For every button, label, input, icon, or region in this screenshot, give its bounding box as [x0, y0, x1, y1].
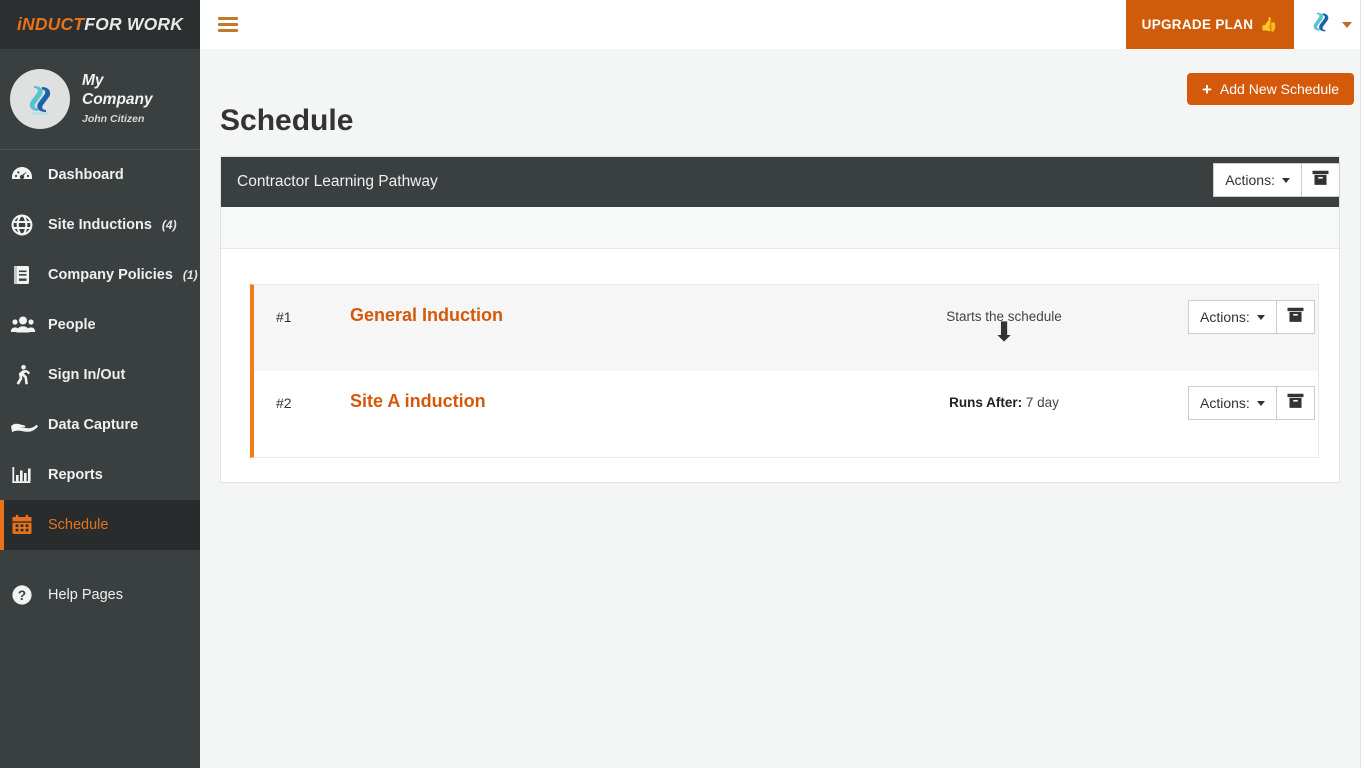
schedule-step-timing: Runs After: 7 day — [840, 371, 1168, 410]
thumbs-up-icon: 👍 — [1260, 16, 1278, 32]
company-name: My Company — [82, 72, 153, 109]
schedule-step-actions-group: Actions: — [1188, 386, 1315, 420]
archive-box-icon — [1287, 393, 1304, 414]
sidebar-item-help-pages[interactable]: ? Help Pages — [0, 570, 200, 620]
schedule-step-archive-button[interactable] — [1276, 300, 1315, 334]
table-row: #2 Site A induction Runs After: 7 day Ac… — [254, 371, 1318, 457]
schedule-step-actions: Actions: — [1168, 285, 1318, 334]
chevron-down-icon — [1342, 21, 1352, 28]
sidebar-item-count: (1) — [182, 268, 198, 282]
sidebar-item-site-inductions[interactable]: Site Inductions (4) — [0, 200, 200, 250]
hamburger-icon[interactable] — [218, 14, 238, 35]
svg-text:?: ? — [18, 588, 26, 603]
upgrade-plan-button[interactable]: UPGRADE PLAN 👍 — [1125, 0, 1294, 49]
panel-title: Contractor Learning Pathway — [237, 173, 438, 190]
schedule-step-name[interactable]: Site A induction — [350, 371, 840, 412]
sidebar-item-people[interactable]: People — [0, 300, 200, 350]
panel-sub-toolbar — [221, 207, 1339, 249]
archive-box-icon — [1287, 307, 1304, 328]
sidebar-item-sign-in-out[interactable]: Sign In/Out — [0, 350, 200, 400]
sidebar-item-label: People — [48, 317, 96, 333]
schedule-step-number: #1 — [276, 309, 292, 325]
top-bar-right: UPGRADE PLAN 👍 — [1125, 0, 1366, 49]
schedule-step-number: #2 — [276, 395, 292, 411]
panel-header: Contractor Learning Pathway Actions: — [221, 157, 1340, 207]
sidebar-item-label: Site Inductions — [48, 217, 152, 233]
company-profile[interactable]: My Company John Citizen — [0, 49, 200, 150]
main-content: + Add New Schedule Schedule Contractor L… — [200, 49, 1360, 768]
schedule-steps-container: #1 General Induction Starts the schedule… — [250, 284, 1319, 458]
schedule-step-actions-group: Actions: — [1188, 300, 1315, 334]
sidebar-item-count: (4) — [161, 218, 177, 232]
caret-down-icon — [1256, 400, 1265, 406]
sidebar-item-data-capture[interactable]: Data Capture — [0, 400, 200, 450]
arrow-down-icon: ⬇ — [992, 317, 1016, 347]
schedule-step-timing: Starts the schedule ⬇ — [840, 285, 1168, 346]
sidebar-item-schedule[interactable]: Schedule — [0, 500, 200, 550]
schedule-panel: Contractor Learning Pathway Actions: #1 — [220, 156, 1340, 483]
hand-icon — [10, 413, 40, 437]
sidebar-item-label: Data Capture — [48, 417, 139, 433]
globe-icon — [10, 213, 40, 237]
bar-chart-icon — [10, 463, 40, 487]
company-user: John Citizen — [82, 113, 145, 125]
schedule-step-actions-button[interactable]: Actions: — [1188, 386, 1277, 420]
panel-body: #1 General Induction Starts the schedule… — [221, 249, 1339, 482]
caret-down-icon — [1282, 177, 1290, 183]
add-new-schedule-label: Add New Schedule — [1219, 81, 1339, 97]
schedule-step-timing-value: 7 day — [1025, 395, 1059, 410]
schedule-step-timing-label: Runs After: — [949, 395, 1023, 410]
schedule-step-actions: Actions: — [1168, 371, 1318, 420]
table-row: #1 General Induction Starts the schedule… — [254, 285, 1318, 371]
archive-box-icon — [1312, 170, 1329, 191]
schedule-step-actions-label: Actions: — [1200, 395, 1250, 411]
sidebar-item-label: Sign In/Out — [48, 367, 126, 383]
hamburger-bar — [218, 23, 238, 26]
company-logo-icon — [10, 69, 70, 129]
panel-actions-button[interactable]: Actions: — [1213, 163, 1302, 197]
schedule-step-archive-button[interactable] — [1276, 386, 1315, 420]
hamburger-bar — [218, 29, 238, 32]
calendar-icon — [10, 513, 40, 537]
sidebar-item-label: Dashboard — [48, 167, 124, 183]
panel-actions-group: Actions: — [1213, 163, 1340, 197]
user-logo-icon — [1308, 9, 1334, 40]
schedule-step-actions-button[interactable]: Actions: — [1188, 300, 1277, 334]
sidebar-item-label: Company Policies — [48, 267, 173, 283]
plus-icon: + — [1201, 79, 1212, 99]
brand-text-primary: iNDUCT — [16, 14, 85, 34]
upgrade-plan-label: UPGRADE PLAN — [1141, 17, 1254, 32]
schedule-step-name[interactable]: General Induction — [350, 285, 840, 326]
question-icon: ? — [10, 583, 40, 607]
sidebar-item-label: Schedule — [48, 517, 109, 533]
sidebar-item-dashboard[interactable]: Dashboard — [0, 150, 200, 200]
walking-icon — [10, 363, 40, 387]
book-icon — [10, 263, 40, 287]
sidebar-item-company-policies[interactable]: Company Policies (1) — [0, 250, 200, 300]
sidebar: iNDUCTFOR WORK My Company John Citizen D… — [0, 0, 200, 768]
panel-archive-button[interactable] — [1302, 163, 1340, 197]
sidebar-divider-gap — [0, 550, 200, 570]
hamburger-bar — [218, 17, 238, 20]
schedule-step-actions-label: Actions: — [1200, 309, 1250, 325]
panel-actions-label: Actions: — [1225, 172, 1275, 188]
gauge-icon — [10, 163, 40, 187]
sidebar-item-label: Help Pages — [48, 587, 123, 603]
brand-text: iNDUCTFOR WORK — [17, 14, 183, 35]
page-title: Schedule — [220, 104, 354, 137]
people-icon — [10, 313, 40, 337]
user-menu[interactable] — [1294, 9, 1366, 40]
sidebar-item-reports[interactable]: Reports — [0, 450, 200, 500]
top-bar: UPGRADE PLAN 👍 — [200, 0, 1366, 49]
company-meta: My Company John Citizen — [82, 72, 162, 126]
brand-logo[interactable]: iNDUCTFOR WORK — [0, 0, 200, 49]
sidebar-item-label: Reports — [48, 467, 103, 483]
add-new-schedule-button[interactable]: + Add New Schedule — [1186, 73, 1354, 105]
brand-text-secondary: FOR WORK — [84, 14, 184, 34]
scrollbar-gutter[interactable] — [1360, 0, 1366, 768]
caret-down-icon — [1256, 314, 1265, 320]
